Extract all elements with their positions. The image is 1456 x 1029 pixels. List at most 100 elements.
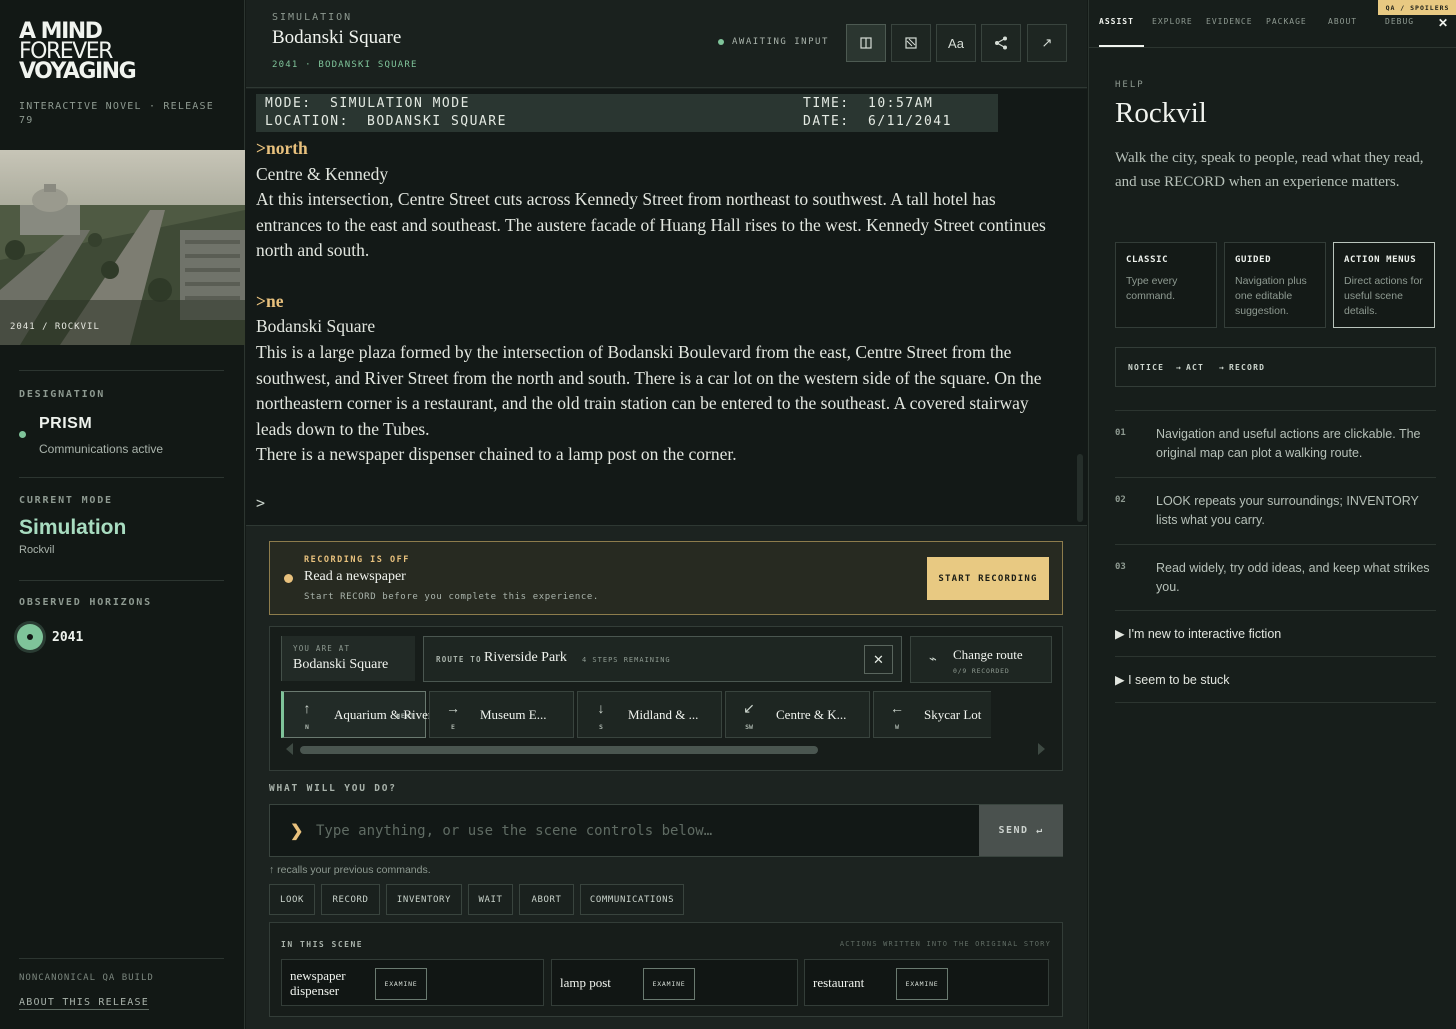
disclosure-stuck[interactable]: ▶ I seem to be stuck [1115, 672, 1230, 687]
mode-label: MODE: [265, 96, 312, 111]
direction-button-w[interactable]: ← W Skycar Lot [873, 691, 991, 738]
tab-explore[interactable]: EXPLORE [1152, 17, 1193, 26]
scroll-left-icon[interactable] [286, 743, 293, 755]
divider [19, 580, 224, 581]
direction-button-sw[interactable]: ↙ SW Centre & K... [725, 691, 870, 738]
workflow-strip: NOTICE → ACT → RECORD [1115, 347, 1436, 387]
story-transcript[interactable]: MODE: SIMULATION MODE LOCATION: BODANSKI… [246, 89, 1087, 526]
route-steps: 4 STEPS REMAINING [582, 656, 671, 664]
command-input[interactable] [316, 818, 916, 844]
room-name: Centre & Kennedy [256, 164, 389, 184]
route-destination: Riverside Park [484, 650, 567, 665]
tip-number: 02 [1115, 495, 1126, 505]
input-prompt-label: WHAT WILL YOU DO? [269, 783, 397, 794]
scroll-right-icon[interactable] [1038, 743, 1045, 755]
next-badge: NEXT [396, 712, 415, 720]
scene-objects-panel: IN THIS SCENE ACTIONS WRITTEN INTO THE O… [269, 922, 1063, 1017]
time-label: TIME: [803, 96, 850, 111]
tip-number: 03 [1115, 562, 1126, 572]
active-tab-indicator [1099, 45, 1144, 47]
quick-action-abort[interactable]: ABORT [519, 884, 574, 915]
start-recording-button[interactable]: START RECORDING [927, 557, 1049, 600]
direction-button-e[interactable]: → E Museum E... [429, 691, 574, 738]
transcript-scrollbar[interactable] [1077, 454, 1083, 522]
scene-object: lamp post EXAMINE [551, 959, 798, 1006]
direction-button-n[interactable]: ↑ N Aquarium & River NEXT [281, 691, 432, 738]
mode-card-desc: Type every command. [1126, 275, 1178, 302]
divider [1115, 702, 1436, 703]
flow-arrow-icon: → [1176, 363, 1183, 372]
mode-card-title: GUIDED [1235, 255, 1272, 265]
designation-status: Communications active [39, 442, 164, 456]
quick-action-communications[interactable]: COMMUNICATIONS [580, 884, 684, 915]
text-size-button[interactable]: Aa [936, 24, 976, 62]
quick-action-inventory[interactable]: INVENTORY [386, 884, 462, 915]
mode-card-title: ACTION MENUS [1344, 255, 1417, 265]
input-status: AWAITING INPUT [732, 37, 829, 47]
scene-object-name: lamp post [560, 975, 611, 990]
compass-label: N [305, 723, 309, 731]
recording-panel: RECORDING IS OFF Read a newspaper Start … [269, 541, 1063, 615]
panel-tabs: ASSIST EXPLORE EVIDENCE PACKAGE ABOUT DE… [1089, 0, 1456, 48]
arrow-up-icon: ↑ [303, 700, 311, 716]
mode-card-guided[interactable]: GUIDED Navigation plus one editable sugg… [1224, 242, 1326, 328]
directions-scrollbar[interactable] [300, 746, 818, 754]
tab-package[interactable]: PACKAGE [1266, 17, 1307, 26]
clear-route-button[interactable]: ✕ [864, 645, 893, 674]
direction-button-s[interactable]: ↓ S Midland & ... [577, 691, 722, 738]
divider [1115, 656, 1436, 657]
close-icon[interactable]: ✕ [1438, 16, 1448, 30]
triangle-right-icon: ▶ [1115, 627, 1129, 641]
mode-card-action-menus[interactable]: ACTION MENUS Direct actions for useful s… [1333, 242, 1435, 328]
direction-destination: Museum E... [480, 707, 547, 722]
horizon-marker-icon[interactable] [17, 624, 43, 650]
change-route-button[interactable]: ⌁ Change route 0/9 RECORDED [910, 636, 1052, 683]
scene-note: ACTIONS WRITTEN INTO THE ORIGINAL STORY [839, 940, 1051, 948]
mode-card-classic[interactable]: CLASSIC Type every command. [1115, 242, 1217, 328]
mode-value: SIMULATION MODE [330, 96, 470, 111]
disclosure-new-to-if[interactable]: ▶ I'm new to interactive fiction [1115, 626, 1281, 641]
scene-object: restaurant EXAMINE [804, 959, 1049, 1006]
examine-button[interactable]: EXAMINE [375, 968, 427, 1000]
expand-button[interactable]: ↗ [1027, 24, 1067, 62]
examine-button[interactable]: EXAMINE [896, 968, 948, 1000]
share-button[interactable] [981, 24, 1021, 62]
status-dot [19, 431, 26, 438]
chevron-right-icon: ❯ [290, 823, 304, 840]
triangle-right-icon: ▶ [1115, 673, 1129, 687]
tip-text: Read widely, try odd ideas, and keep wha… [1156, 561, 1430, 594]
divider [1115, 544, 1436, 545]
tab-assist[interactable]: ASSIST [1099, 17, 1134, 26]
current-mode-place: Rockvil [19, 544, 55, 556]
share-icon [995, 36, 1007, 50]
transcript-prompt: > [256, 494, 266, 512]
room-name: Bodanski Square [256, 316, 376, 336]
status-bar: MODE: SIMULATION MODE LOCATION: BODANSKI… [256, 94, 998, 132]
arrow-down-left-icon: ↙ [743, 700, 755, 716]
texture-toggle-button[interactable] [891, 24, 931, 62]
tab-about[interactable]: ABOUT [1328, 17, 1357, 26]
city-photo-illustration [0, 150, 245, 345]
horizon-year[interactable]: 2041 [52, 630, 83, 645]
qa-spoilers-badge[interactable]: QA / SPOILERS [1378, 0, 1456, 15]
about-release-link[interactable]: ABOUT THIS RELEASE [19, 997, 149, 1010]
quick-action-wait[interactable]: WAIT [468, 884, 513, 915]
send-button[interactable]: SEND ↵ [979, 805, 1063, 856]
disclosure-label: I'm new to interactive fiction [1128, 627, 1282, 641]
layout-toggle-button[interactable] [846, 24, 886, 62]
examine-button[interactable]: EXAMINE [643, 968, 695, 1000]
quick-action-look[interactable]: LOOK [269, 884, 315, 915]
tip-text: Navigation and useful actions are clicka… [1156, 427, 1421, 460]
arrow-down-icon: ↓ [597, 700, 605, 716]
tab-debug[interactable]: DEBUG [1385, 17, 1414, 26]
texture-icon [905, 37, 917, 49]
tab-evidence[interactable]: EVIDENCE [1206, 17, 1253, 26]
time-value: 10:57AM [868, 96, 934, 111]
disclosure-label: I seem to be stuck [1128, 673, 1230, 687]
main-panel: SIMULATION Bodanski Square 2041 · BODANS… [246, 0, 1087, 1029]
divider [19, 477, 224, 478]
room-description: At this intersection, Centre Street cuts… [256, 189, 1046, 260]
help-title: Rockvil [1115, 97, 1207, 129]
quick-action-record[interactable]: RECORD [321, 884, 380, 915]
designation-label: DESIGNATION [19, 389, 106, 400]
